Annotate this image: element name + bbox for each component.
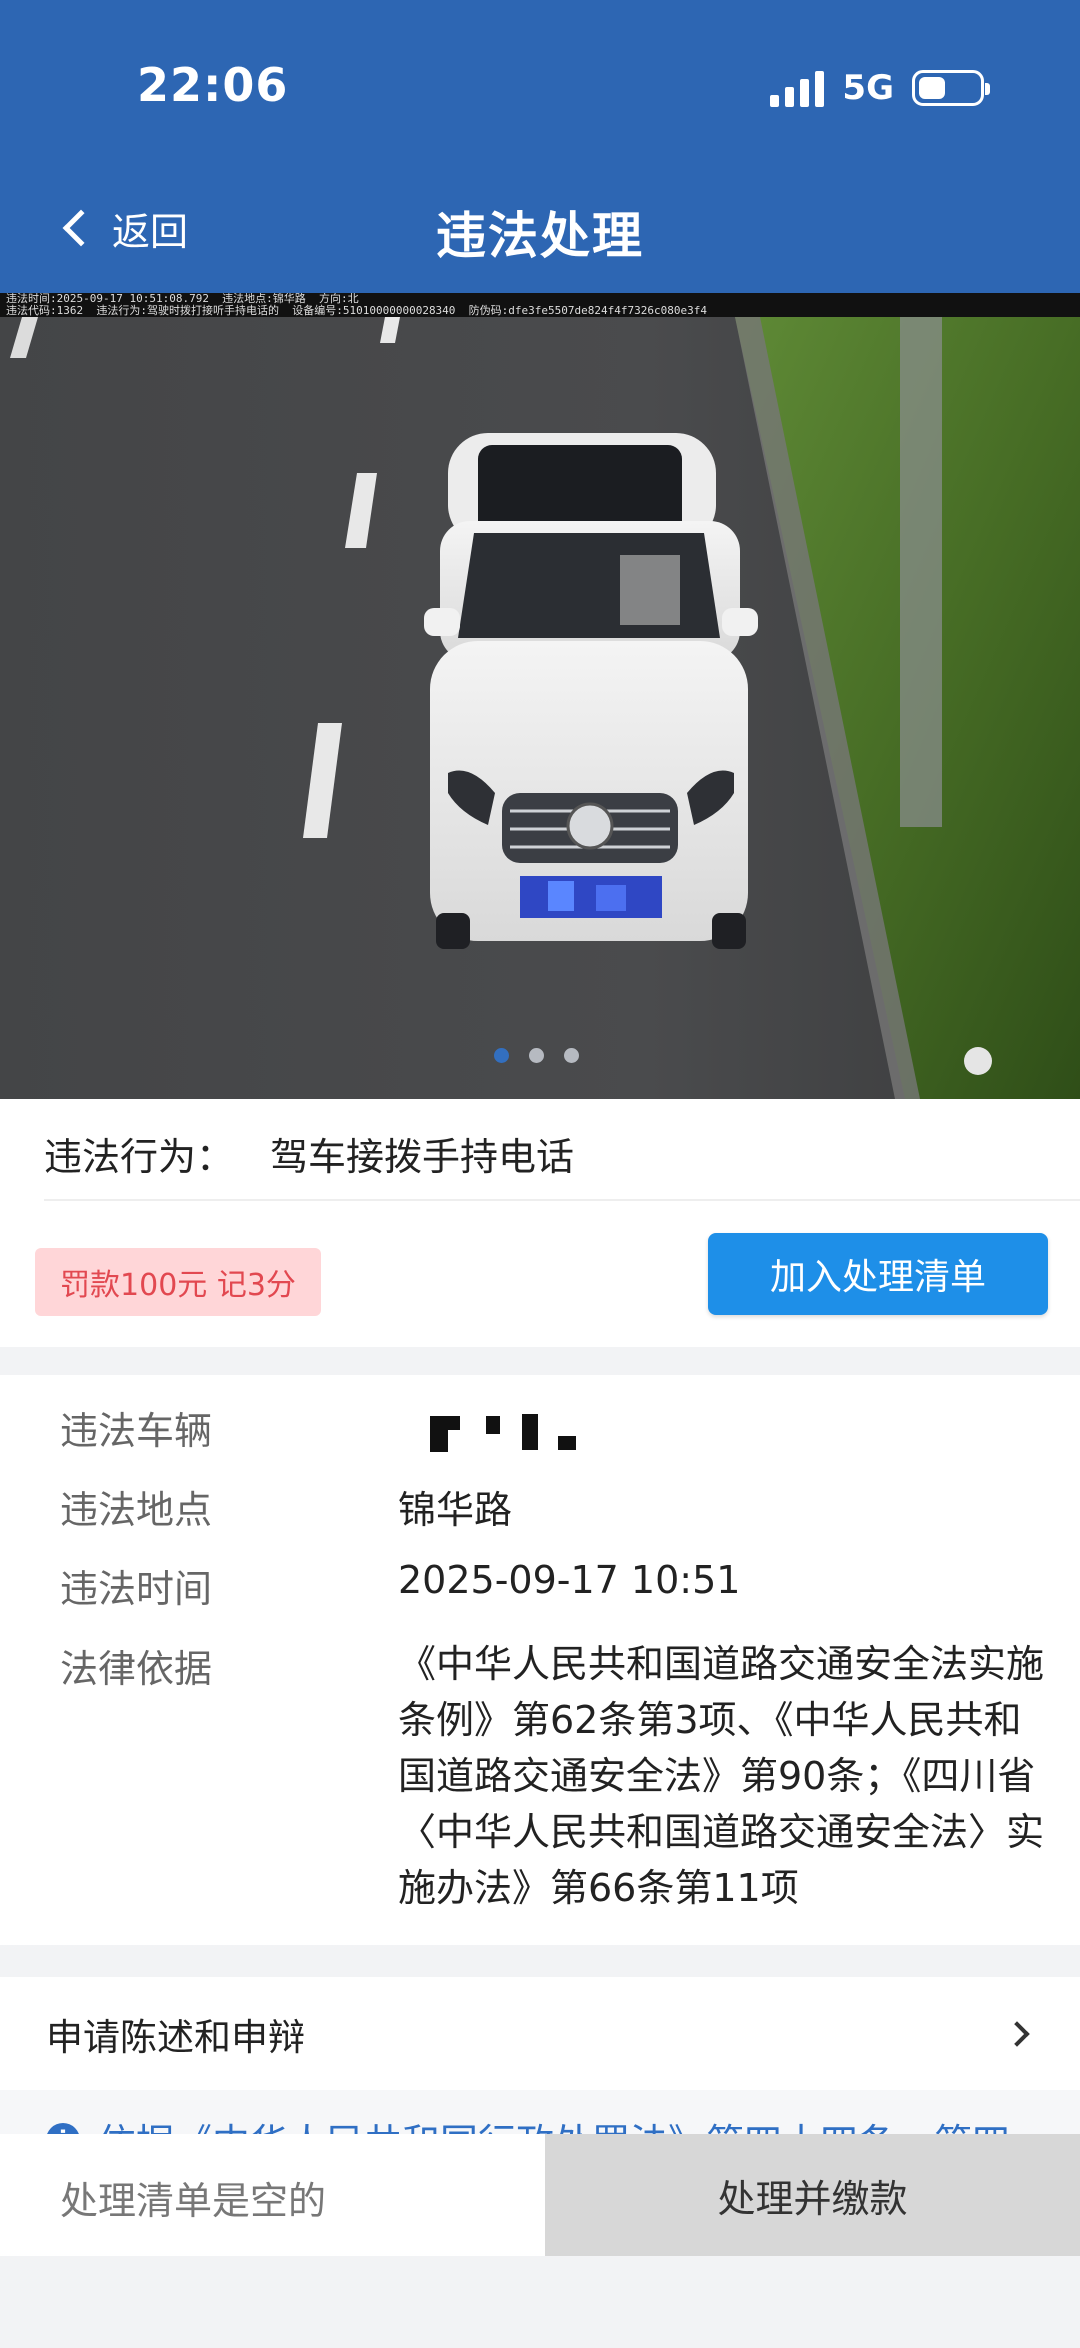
status-time: 22:06: [137, 58, 289, 112]
carousel-dot[interactable]: [494, 1048, 509, 1063]
status-indicators: 5G: [770, 66, 990, 110]
divider: [44, 1199, 1080, 1201]
appeal-label: 申请陈述和申辩: [46, 2015, 305, 2059]
location-label: 违法地点: [60, 1488, 213, 1532]
list-empty-text: 处理清单是空的: [60, 2179, 327, 2223]
fine-points-badge: 罚款100元 记3分: [35, 1248, 321, 1316]
masked-plate-number: [426, 1410, 586, 1452]
violation-behavior-label: 违法行为：: [44, 1135, 235, 1179]
time-label: 违法时间: [60, 1567, 213, 1611]
chevron-right-icon: [1004, 2020, 1030, 2047]
carousel-dot[interactable]: [529, 1048, 544, 1063]
law-basis-text: 《中华人民共和国道路交通安全法实施条例》第62条第3项、《中华人民共和国道路交通…: [398, 1642, 1045, 1910]
appeal-row[interactable]: 申请陈述和申辩: [0, 1977, 1080, 2090]
carousel-dot[interactable]: [564, 1048, 579, 1063]
vehicle-label: 违法车辆: [60, 1409, 213, 1453]
carousel-indicator: [494, 1048, 579, 1063]
traffic-camera-photo: [0, 293, 1080, 1099]
violation-behavior-value: 驾车接拨手持电话: [270, 1135, 575, 1179]
time-value: 2025-09-17 10:51: [398, 1558, 741, 1602]
caption-line-2: 违法代码:1362 违法行为:驾驶时拨打接听手持电话的 设备编号:5101000…: [6, 304, 707, 317]
violation-photo-carousel[interactable]: 违法时间:2025-09-17 10:51:08.792 违法地点:锦华路 方向…: [0, 293, 1080, 1099]
law-label: 法律依据: [60, 1647, 213, 1691]
photo-caption: 违法时间:2025-09-17 10:51:08.792 违法地点:锦华路 方向…: [0, 293, 1080, 317]
location-value: 锦华路: [398, 1488, 513, 1532]
network-type: 5G: [842, 68, 894, 108]
battery-icon: [912, 70, 990, 106]
app-header: 22:06 5G 返回 违法处理: [0, 0, 1080, 293]
page-title: 违法处理: [436, 207, 644, 265]
violation-behavior: 违法行为： 驾车接拨手持电话: [44, 1126, 574, 1181]
process-and-pay-button[interactable]: 处理并缴款: [545, 2134, 1080, 2256]
legal-notice: i 依据《中华人民共和国行政处罚法》第四十四条、第四: [0, 2090, 1080, 2140]
signal-icon: [770, 69, 825, 107]
add-to-list-button[interactable]: 加入处理清单: [708, 1233, 1048, 1315]
